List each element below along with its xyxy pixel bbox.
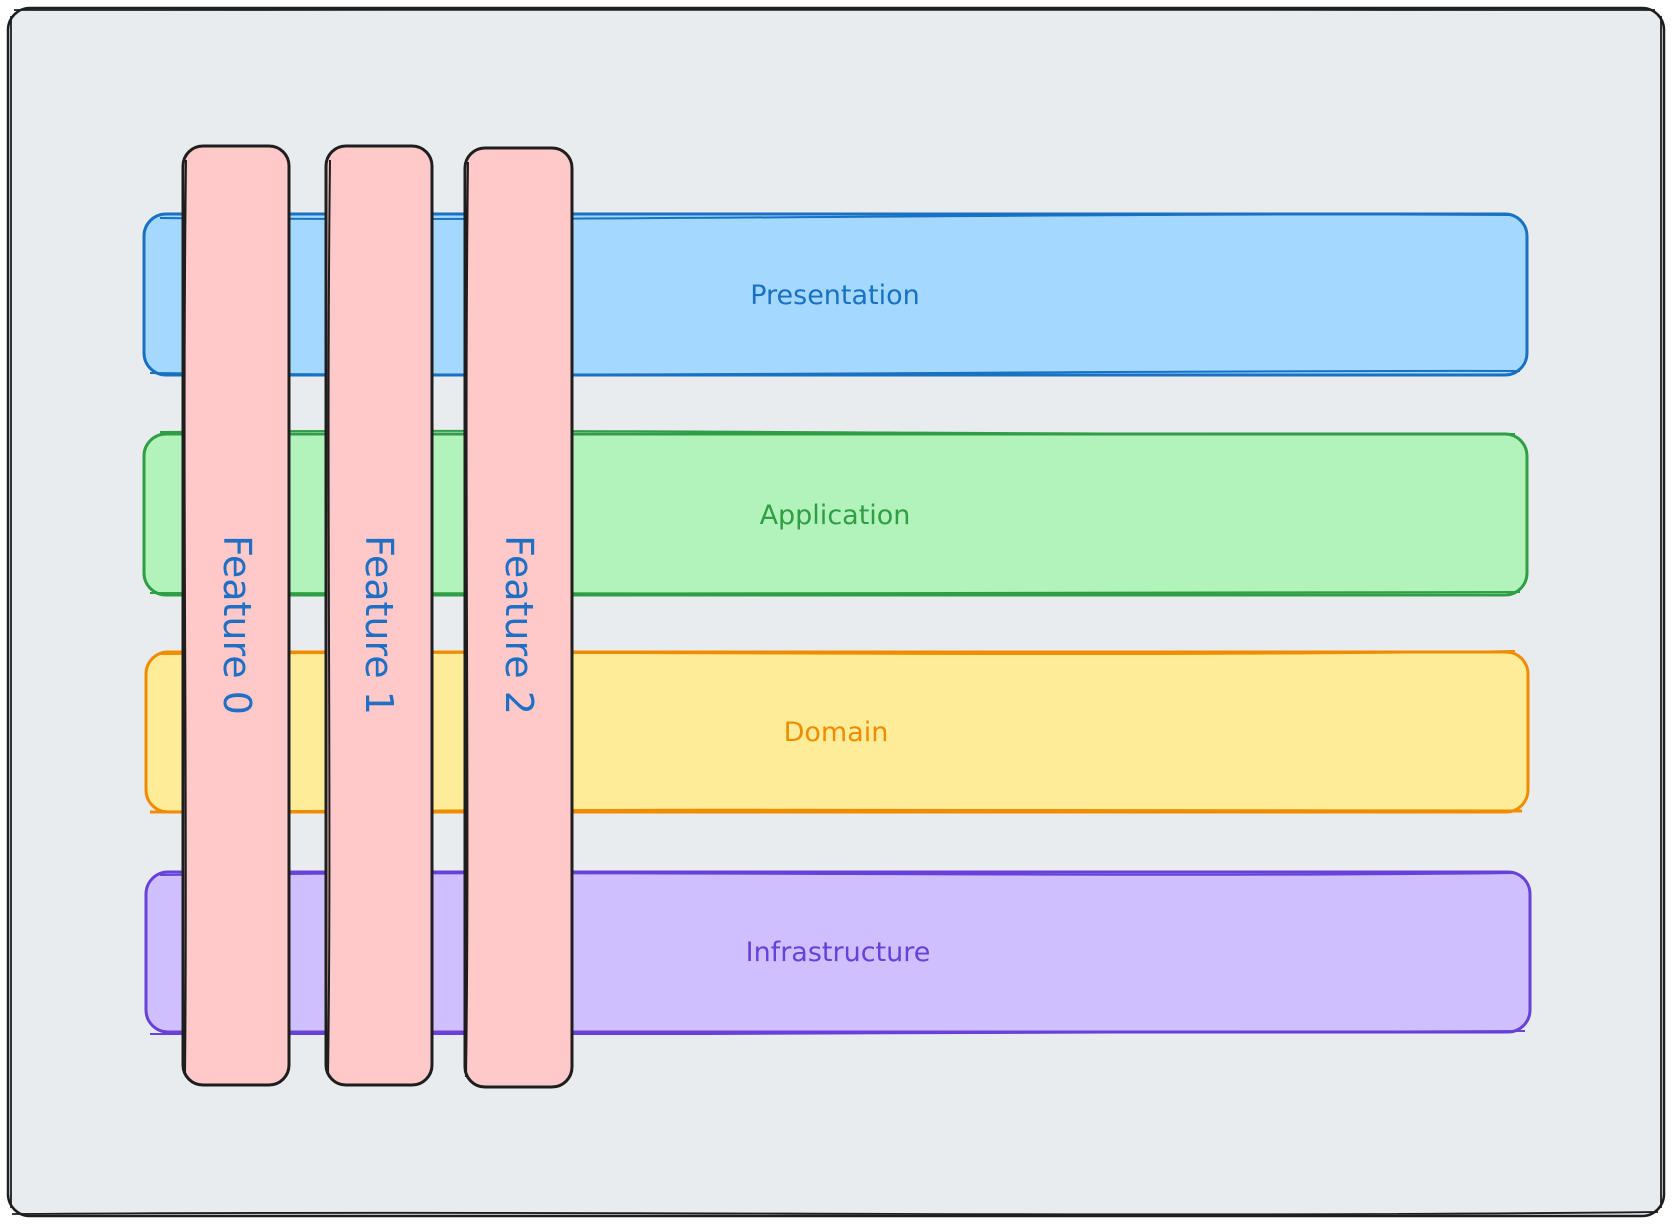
layer-label-infrastructure: Infrastructure (746, 937, 931, 968)
feature-label-1: Feature 1 (357, 535, 401, 715)
layer-label-application: Application (760, 500, 911, 531)
feature-label-0: Feature 0 (215, 535, 259, 715)
diagram-svg: Presentation Application Domain Infrastr… (6, 6, 1666, 1218)
feature-1: Feature 1 (324, 144, 434, 1087)
feature-label-2: Feature 2 (497, 535, 541, 715)
layer-label-domain: Domain (784, 717, 889, 748)
layer-label-presentation: Presentation (750, 280, 920, 311)
diagram-canvas: Presentation Application Domain Infrastr… (0, 0, 1673, 1225)
feature-0: Feature 0 (181, 144, 291, 1087)
feature-2: Feature 2 (463, 146, 574, 1089)
